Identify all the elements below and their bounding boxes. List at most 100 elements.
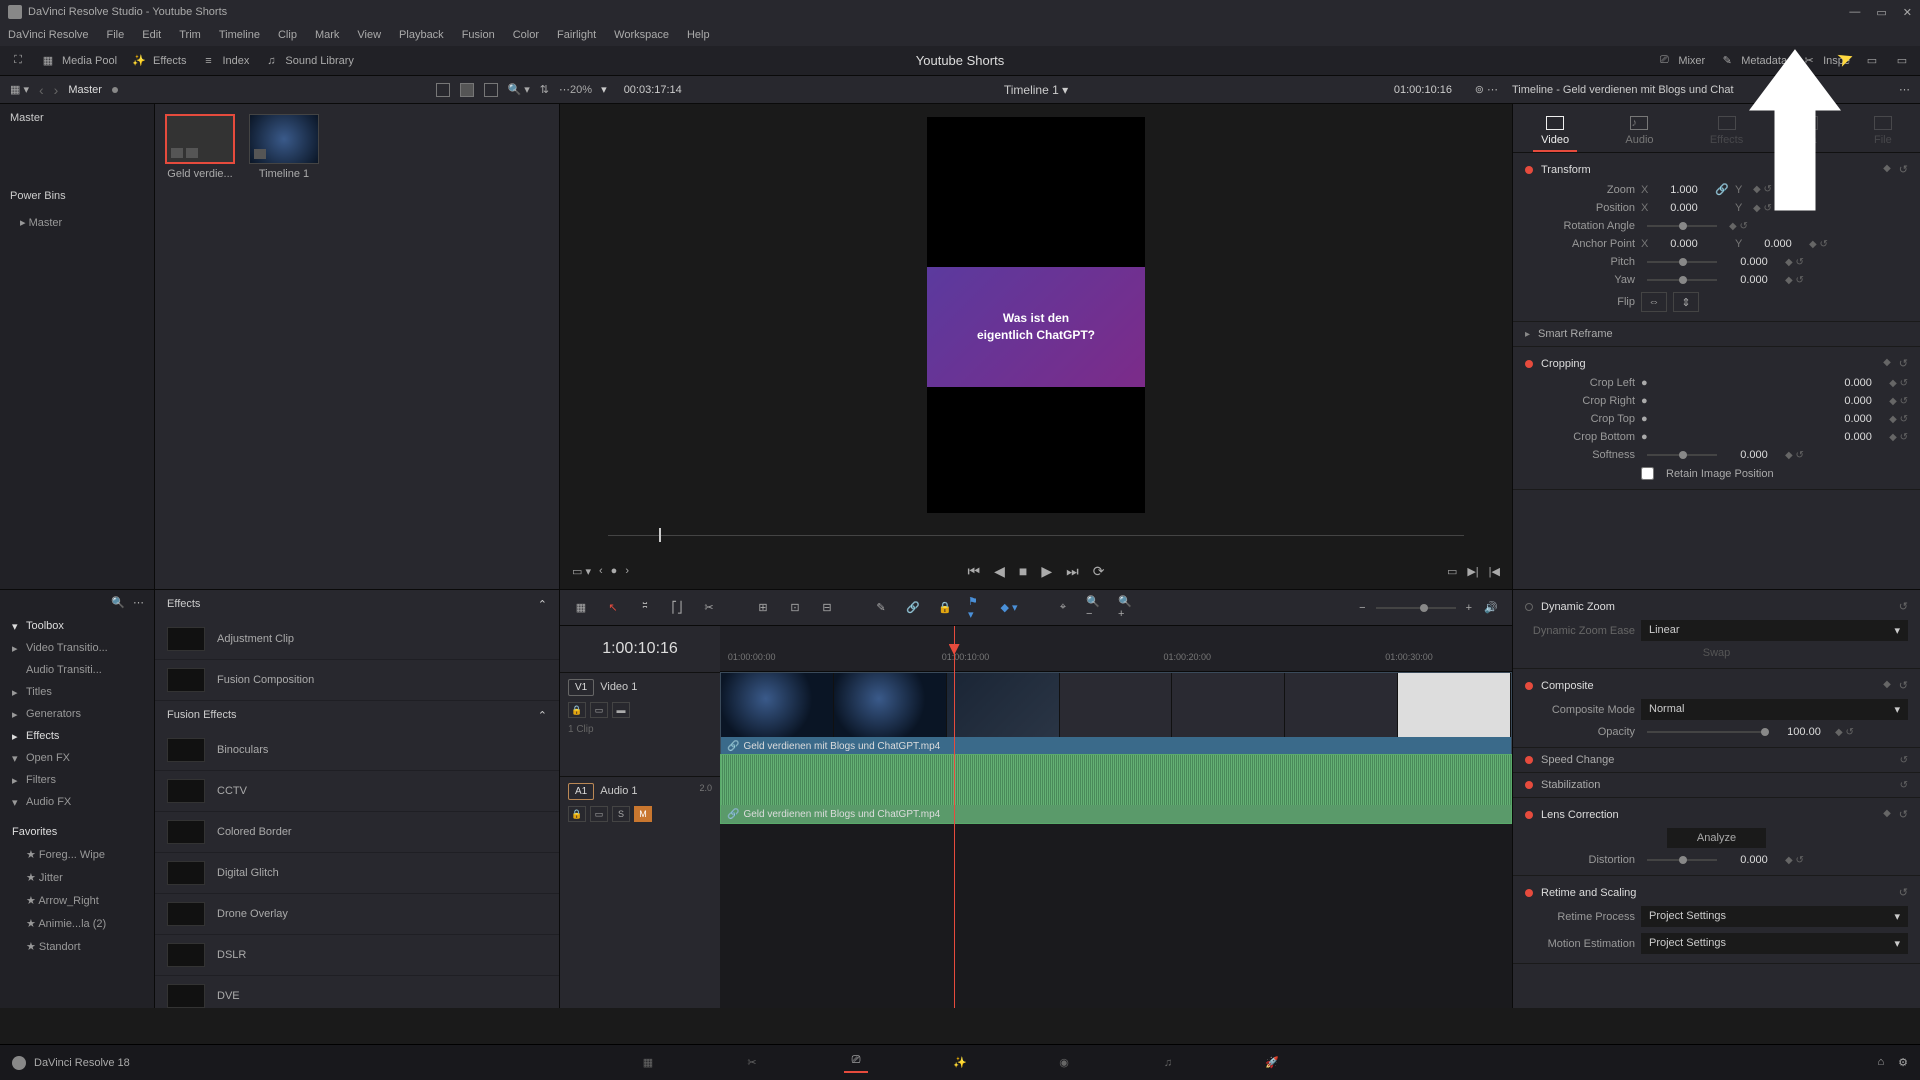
menu-timeline[interactable]: Timeline (219, 29, 260, 41)
page-edit[interactable]: ⎚ (844, 1053, 868, 1073)
menu-file[interactable]: File (107, 29, 125, 41)
page-fusion[interactable]: ✨ (948, 1053, 972, 1073)
maximize-button[interactable]: ▭ (1876, 6, 1886, 19)
distortion-slider[interactable] (1647, 859, 1717, 861)
fx-search-icon[interactable]: 🔍 (111, 596, 125, 609)
retime-process-select[interactable]: Project Settings▾ (1641, 906, 1908, 927)
zoom-plus[interactable]: + (1466, 602, 1472, 614)
mixer-button[interactable]: ⎚Mixer (1656, 54, 1705, 68)
menu-edit[interactable]: Edit (142, 29, 161, 41)
menu-clip[interactable]: Clip (278, 29, 297, 41)
retime-toggle[interactable] (1525, 889, 1533, 897)
effects-button[interactable]: ✨Effects (131, 54, 186, 68)
tab-file[interactable]: File (1866, 112, 1900, 152)
composite-toggle[interactable] (1525, 682, 1533, 690)
audio-transitions[interactable]: Audio Transiti... (0, 659, 154, 681)
link-icon[interactable]: 🔗 (1715, 183, 1729, 196)
search-icon[interactable]: 🔍 ▾ (508, 83, 530, 96)
speed-section[interactable]: Speed Change↺ (1513, 748, 1920, 773)
pitch-v[interactable] (1729, 256, 1779, 268)
smart-reframe-section[interactable]: ▸Smart Reframe (1513, 322, 1920, 347)
menu-workspace[interactable]: Workspace (614, 29, 669, 41)
titles[interactable]: ▸Titles (0, 681, 154, 703)
sound-library-button[interactable]: ♫Sound Library (263, 54, 354, 68)
link-selection[interactable]: 🔗 (904, 599, 922, 617)
fav-2[interactable]: ★ Jitter (0, 866, 154, 889)
effects-node[interactable]: ▸Effects (0, 725, 154, 747)
master-bin[interactable]: Master (0, 104, 154, 132)
dynamic-trim[interactable]: ⎡⎦ (668, 599, 686, 617)
index-button[interactable]: ≡Index (200, 54, 249, 68)
menu-fusion[interactable]: Fusion (462, 29, 495, 41)
metadata-button[interactable]: ✎Metadata (1719, 54, 1787, 68)
fx-fusioncomp[interactable]: Fusion Composition (155, 660, 559, 701)
menu-color[interactable]: Color (513, 29, 539, 41)
clip-thumb-1[interactable]: Geld verdie... (165, 114, 235, 180)
sort-icon[interactable]: ⇅ (540, 83, 549, 96)
menu-view[interactable]: View (357, 29, 381, 41)
ease-select[interactable]: Linear▾ (1641, 620, 1908, 641)
collapse-icon[interactable]: ⌃ (538, 598, 547, 611)
pos-x[interactable] (1659, 202, 1709, 214)
media-pool-button[interactable]: ▦Media Pool (40, 54, 117, 68)
minimize-button[interactable]: — (1849, 6, 1860, 19)
mark-in[interactable]: ● (611, 565, 618, 577)
audio-clip[interactable]: 🔗Geld verdienen mit Blogs und ChatGPT.mp… (720, 754, 1512, 824)
tab-transition[interactable]: Tra (1792, 112, 1826, 152)
v1-lock[interactable]: 🔒 (568, 702, 586, 718)
anchor-x[interactable] (1659, 238, 1709, 250)
link-clips[interactable]: ✎ (872, 599, 890, 617)
zoom-out-icon[interactable]: 🔍+ (1118, 599, 1136, 617)
zoom-in-icon[interactable]: 🔍− (1086, 599, 1104, 617)
viewer[interactable]: Was ist den eigentlich ChatGPT? (927, 117, 1145, 513)
fx-adjustment[interactable]: Adjustment Clip (155, 619, 559, 660)
collapse-icon-2[interactable]: ⌃ (538, 709, 547, 722)
flag-icon[interactable]: ⚑ ▾ (968, 599, 986, 617)
rotation-slider[interactable] (1647, 225, 1717, 227)
playhead[interactable] (954, 626, 955, 1008)
fullscreen-button[interactable]: ⛶ (10, 54, 26, 68)
tl-opts[interactable]: ▦ (572, 599, 590, 617)
fx-more[interactable]: ⋯ (133, 596, 144, 609)
menu-mark[interactable]: Mark (315, 29, 339, 41)
toolbox-node[interactable]: ▾Toolbox (0, 615, 154, 637)
fx-binoculars[interactable]: Binoculars (155, 730, 559, 771)
tab-effects[interactable]: Effects (1702, 112, 1751, 152)
flip-v[interactable]: ⇕ (1673, 292, 1699, 312)
v1-badge[interactable]: V1 (568, 679, 594, 696)
stabilization-section[interactable]: Stabilization↺ (1513, 773, 1920, 798)
crop-right[interactable] (1833, 395, 1883, 407)
anchor-y[interactable] (1753, 238, 1803, 250)
page-deliver[interactable]: 🚀 (1260, 1053, 1284, 1073)
list-view-icon[interactable] (436, 83, 450, 97)
video-clip[interactable]: 🔗Geld verdienen mit Blogs und ChatGPT.mp… (720, 672, 1512, 754)
zoom-x[interactable] (1659, 184, 1709, 196)
a1-solo[interactable]: S (612, 806, 630, 822)
fx-cctv[interactable]: CCTV (155, 771, 559, 812)
insert-clip[interactable]: ⊞ (754, 599, 772, 617)
viewer-scrubber[interactable] (608, 525, 1465, 545)
transform-toggle[interactable] (1525, 166, 1533, 174)
strip-view-icon[interactable] (484, 83, 498, 97)
motion-est-select[interactable]: Project Settings▾ (1641, 933, 1908, 954)
bin-view-button[interactable]: ▦ ▾ (10, 83, 29, 96)
menu-fairlight[interactable]: Fairlight (557, 29, 596, 41)
openfx-node[interactable]: ▾Open FX (0, 747, 154, 769)
opacity-v[interactable] (1779, 726, 1829, 738)
stop[interactable]: ■ (1019, 563, 1027, 579)
inspector-more[interactable]: ⋯ (1899, 83, 1910, 96)
retain-position-check[interactable] (1641, 467, 1654, 480)
crop-bottom[interactable] (1833, 431, 1883, 443)
nav-fwd[interactable]: › (54, 82, 59, 98)
step-back[interactable]: |◀ (1489, 565, 1500, 578)
dynzoom-toggle[interactable] (1525, 603, 1533, 611)
first-frame[interactable]: ⏮ (968, 563, 981, 580)
yaw-slider[interactable] (1647, 279, 1717, 281)
a1-lock[interactable]: 🔒 (568, 806, 586, 822)
more-icon[interactable]: ⋯ (559, 83, 570, 96)
fav-3[interactable]: ★ Arrow_Right (0, 889, 154, 912)
play-reverse[interactable]: ◀ (994, 563, 1005, 580)
powerbin-master[interactable]: ▸ Master (0, 210, 154, 235)
distortion-v[interactable] (1729, 854, 1779, 866)
selection-tool[interactable]: ↖ (604, 599, 622, 617)
